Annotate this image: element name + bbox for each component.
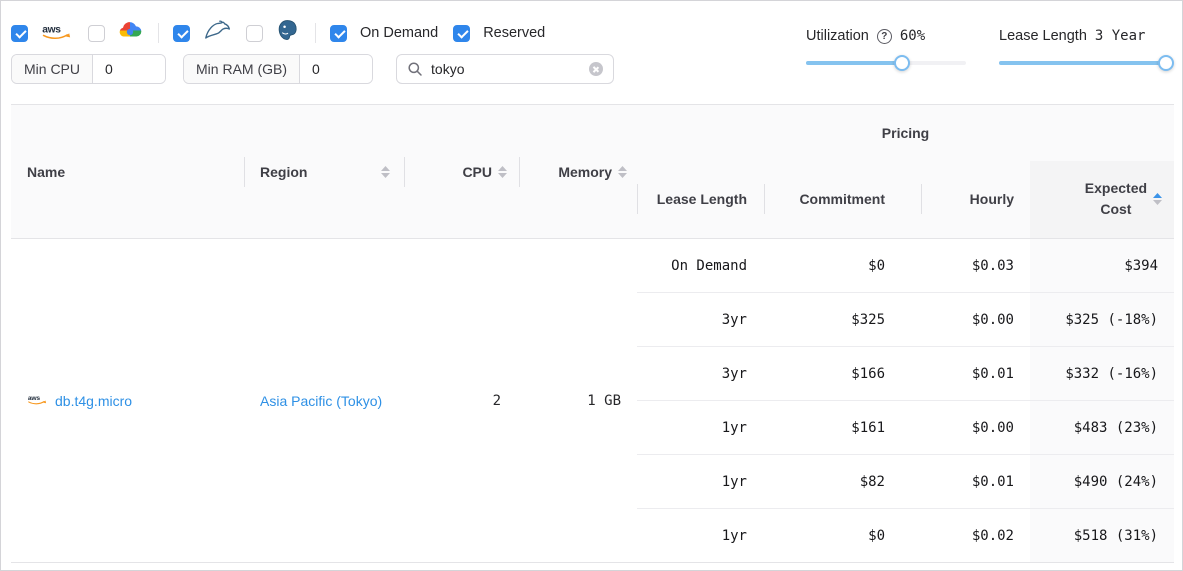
lease-length-value: 1yr [637, 509, 764, 563]
cloud-instance-pricing-app: aws [0, 0, 1183, 571]
sort-icon[interactable] [381, 166, 390, 178]
mysql-engine-filter[interactable] [173, 20, 231, 46]
expected-cost-value: $325 (-18%) [1030, 293, 1174, 347]
column-header-commitment: Commitment [764, 161, 921, 239]
min-cpu-group: Min CPU [11, 54, 166, 84]
commitment-value: $0 [764, 239, 921, 293]
on-demand-filter[interactable]: On Demand [330, 25, 438, 42]
on-demand-checkbox[interactable] [330, 25, 347, 42]
mysql-checkbox[interactable] [173, 25, 190, 42]
filter-inputs-row: Min CPU Min RAM (GB) [11, 54, 614, 84]
hourly-value: $0.00 [921, 293, 1030, 347]
search-icon [407, 61, 423, 77]
instance-name-cell: aws db.t4g.micro [11, 239, 244, 563]
column-header-region[interactable]: Region [244, 105, 404, 239]
hourly-value: $0.03 [921, 239, 1030, 293]
min-ram-label: Min RAM (GB) [184, 55, 300, 83]
min-ram-input[interactable] [300, 55, 372, 83]
utilization-control: Utilization ? 60% [806, 28, 966, 71]
lease-length-value: 3yr [637, 293, 764, 347]
lease-length-label: Lease Length [999, 28, 1087, 44]
column-header-memory[interactable]: Memory [519, 105, 637, 239]
lease-length-slider[interactable] [999, 55, 1166, 71]
utilization-label: Utilization [806, 28, 869, 44]
sort-icon[interactable] [498, 166, 507, 178]
commitment-value: $0 [764, 509, 921, 563]
on-demand-label: On Demand [360, 25, 438, 41]
aws-checkbox[interactable] [11, 25, 28, 42]
toolbar-divider [158, 23, 159, 43]
cpu-cell: 2 [404, 239, 519, 563]
column-header-name: Name [11, 105, 244, 239]
aws-provider-filter[interactable]: aws [11, 21, 73, 46]
search-input[interactable] [431, 61, 581, 77]
lease-length-value: 1yr [637, 401, 764, 455]
svg-text:aws: aws [42, 24, 61, 35]
search-box [396, 54, 614, 84]
commitment-value: $325 [764, 293, 921, 347]
lease-length-control: Lease Length 3 Year [999, 28, 1166, 71]
search-clear-icon[interactable] [589, 62, 603, 76]
postgresql-engine-filter[interactable] [246, 19, 299, 47]
expected-cost-value: $518 (31%) [1030, 509, 1174, 563]
reserved-filter[interactable]: Reserved [453, 25, 545, 42]
lease-length-value: 3 Year [1095, 28, 1146, 44]
expected-cost-value: $490 (24%) [1030, 455, 1174, 509]
postgresql-checkbox[interactable] [246, 25, 263, 42]
lease-length-slider-thumb[interactable] [1158, 55, 1174, 71]
google-cloud-logo-icon [118, 21, 142, 45]
toolbar-divider [315, 23, 316, 43]
min-cpu-label: Min CPU [12, 55, 93, 83]
commitment-value: $161 [764, 401, 921, 455]
commitment-value: $166 [764, 347, 921, 401]
aws-icon: aws [27, 392, 48, 409]
expected-cost-value: $332 (-16%) [1030, 347, 1174, 401]
expected-cost-value: $483 (23%) [1030, 401, 1174, 455]
table-row: aws db.t4g.micro Asia Pacific (Tokyo) 2 … [11, 239, 1174, 293]
filter-toolbar: aws [11, 20, 560, 46]
reserved-checkbox[interactable] [453, 25, 470, 42]
hourly-value: $0.01 [921, 455, 1030, 509]
gcp-checkbox[interactable] [88, 25, 105, 42]
region-cell: Asia Pacific (Tokyo) [244, 239, 404, 563]
utilization-value: 60% [900, 28, 925, 44]
gcp-provider-filter[interactable] [88, 21, 142, 45]
help-icon[interactable]: ? [877, 29, 892, 44]
utilization-slider[interactable] [806, 55, 966, 71]
min-ram-group: Min RAM (GB) [183, 54, 373, 84]
expected-cost-value: $394 [1030, 239, 1174, 293]
hourly-value: $0.00 [921, 401, 1030, 455]
reserved-label: Reserved [483, 25, 545, 41]
instance-name-link[interactable]: db.t4g.micro [55, 393, 132, 409]
hourly-value: $0.01 [921, 347, 1030, 401]
mysql-dolphin-icon [203, 20, 231, 46]
commitment-value: $82 [764, 455, 921, 509]
min-cpu-input[interactable] [93, 55, 165, 83]
column-header-expected-cost[interactable]: Expected Cost [1030, 161, 1174, 239]
utilization-slider-thumb[interactable] [894, 55, 910, 71]
lease-length-value: 1yr [637, 455, 764, 509]
hourly-value: $0.02 [921, 509, 1030, 563]
region-link[interactable]: Asia Pacific (Tokyo) [260, 393, 382, 409]
column-header-cpu[interactable]: CPU [404, 105, 519, 239]
column-header-hourly: Hourly [921, 161, 1030, 239]
sort-icon[interactable] [618, 166, 627, 178]
column-header-lease-length: Lease Length [637, 161, 764, 239]
sort-icon-active-asc[interactable] [1153, 193, 1162, 205]
postgresql-elephant-icon [276, 19, 299, 47]
svg-text:aws: aws [28, 395, 41, 402]
pricing-group-header: Pricing [637, 105, 1174, 161]
aws-logo-icon: aws [41, 21, 73, 46]
lease-length-value: 3yr [637, 347, 764, 401]
memory-cell: 1 GB [519, 239, 637, 563]
lease-length-value: On Demand [637, 239, 764, 293]
instances-table: Name Region CPU [11, 104, 1174, 563]
